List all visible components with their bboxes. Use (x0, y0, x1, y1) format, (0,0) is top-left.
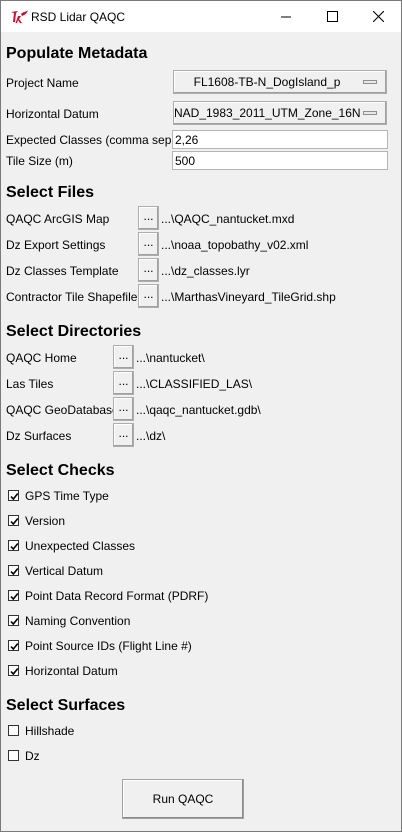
checkbox[interactable] (8, 640, 19, 651)
horizontal-datum-value: NAD_1983_2011_UTM_Zone_16N (174, 106, 361, 120)
surfaces-heading: Select Surfaces (6, 697, 126, 714)
tile-size-input[interactable]: 500 (172, 151, 388, 170)
checkmark-icon (10, 642, 19, 651)
horizontal-datum-label: Horizontal Datum (6, 107, 99, 121)
surface-label: Dz (25, 749, 40, 763)
file-path-tile-shapefile: ...\MarthasVineyard_TileGrid.shp (161, 290, 336, 304)
browse-geodatabase-button[interactable]: ... (113, 397, 134, 421)
file-label-dz-export-settings: Dz Export Settings (6, 238, 106, 252)
run-qaqc-button[interactable]: Run QAQC Processes (122, 779, 244, 831)
check-label: GPS Time Type (25, 489, 109, 503)
browse-dz-export-settings-button[interactable]: ... (138, 232, 159, 256)
checkmark-icon (10, 492, 19, 501)
dir-path-las-tiles: ...\CLASSIFIED_LAS\ (136, 377, 253, 391)
dir-label-qaqc-home: QAQC Home (6, 351, 77, 365)
checkmark-icon (10, 617, 19, 626)
project-name-value: FL1608-TB-N_DogIsland_p (193, 75, 341, 89)
tk-feather-icon (9, 9, 29, 25)
window-title: RSD Lidar QAQC (31, 10, 126, 24)
option-menu-indicator-icon (363, 80, 377, 84)
checkbox[interactable] (8, 590, 19, 601)
checkbox[interactable] (8, 725, 19, 736)
maximize-button[interactable] (309, 1, 355, 32)
browse-tile-shapefile-button[interactable]: ... (138, 284, 159, 308)
checkbox[interactable] (8, 540, 19, 551)
maximize-icon (326, 11, 338, 22)
checkmark-icon (10, 517, 19, 526)
check-label: Point Source IDs (Flight Line #) (25, 639, 192, 653)
check-label: Unexpected Classes (25, 539, 136, 553)
checkmark-icon (10, 667, 19, 676)
check-label: Horizontal Datum (25, 664, 118, 678)
dir-path-qaqc-home: ...\nantucket\ (136, 351, 205, 365)
tile-size-value: 500 (175, 154, 196, 168)
file-label-arcgis-map: QAQC ArcGIS Map (6, 212, 110, 226)
files-heading: Select Files (6, 184, 95, 201)
directories-heading: Select Directories (6, 323, 142, 340)
checkbox[interactable] (8, 515, 19, 526)
file-path-dz-export-settings: ...\noaa_topobathy_v02.xml (161, 238, 309, 252)
app-window: RSD Lidar QAQC Populate Metadata Project… (0, 0, 402, 832)
file-path-dz-classes-template: ...\dz_classes.lyr (161, 264, 250, 278)
checkmark-icon (10, 542, 19, 551)
expected-classes-input[interactable]: 2,26 (172, 130, 388, 149)
checks-heading: Select Checks (6, 462, 115, 479)
browse-arcgis-map-button[interactable]: ... (138, 206, 159, 230)
checkbox[interactable] (8, 490, 19, 501)
browse-dz-classes-template-button[interactable]: ... (138, 258, 159, 282)
checkmark-icon (10, 567, 19, 576)
title-bar[interactable]: RSD Lidar QAQC (1, 1, 401, 32)
tile-size-label: Tile Size (m) (6, 154, 73, 168)
expected-classes-label: Expected Classes (comma sep.) (6, 133, 179, 147)
checkbox[interactable] (8, 615, 19, 626)
project-name-menu[interactable]: FL1608-TB-N_DogIsland_p (173, 70, 387, 94)
checkmark-icon (10, 592, 19, 601)
horizontal-datum-menu[interactable]: NAD_1983_2011_UTM_Zone_16N (173, 101, 387, 125)
file-path-arcgis-map: ...\QAQC_nantucket.mxd (161, 212, 295, 226)
project-name-label: Project Name (6, 76, 79, 90)
check-label: Naming Convention (25, 614, 131, 628)
close-button[interactable] (355, 1, 401, 32)
check-label: Point Data Record Format (PDRF) (25, 589, 209, 603)
checkbox[interactable] (8, 565, 19, 576)
surface-label: Hillshade (25, 724, 75, 738)
browse-dz-surfaces-button[interactable]: ... (113, 423, 134, 447)
dir-label-geodatabase: QAQC GeoDatabase (6, 403, 119, 417)
dir-path-dz-surfaces: ...\dz\ (136, 429, 166, 443)
check-label: Version (25, 514, 66, 528)
metadata-heading: Populate Metadata (6, 45, 148, 62)
option-menu-indicator-icon (363, 111, 377, 115)
checkbox[interactable] (8, 665, 19, 676)
minimize-icon (281, 16, 291, 17)
dir-path-geodatabase: ...\qaqc_nantucket.gdb\ (136, 403, 261, 417)
expected-classes-value: 2,26 (175, 133, 199, 147)
dir-label-dz-surfaces: Dz Surfaces (6, 429, 72, 443)
checkbox[interactable] (8, 750, 19, 761)
file-label-dz-classes-template: Dz Classes Template (6, 264, 119, 278)
check-label: Vertical Datum (25, 564, 104, 578)
dir-label-las-tiles: Las Tiles (6, 377, 54, 391)
browse-qaqc-home-button[interactable]: ... (113, 345, 134, 369)
browse-las-tiles-button[interactable]: ... (113, 371, 134, 395)
close-icon (372, 11, 384, 22)
file-label-tile-shapefile: Contractor Tile Shapefile (6, 290, 138, 304)
minimize-button[interactable] (263, 1, 309, 32)
